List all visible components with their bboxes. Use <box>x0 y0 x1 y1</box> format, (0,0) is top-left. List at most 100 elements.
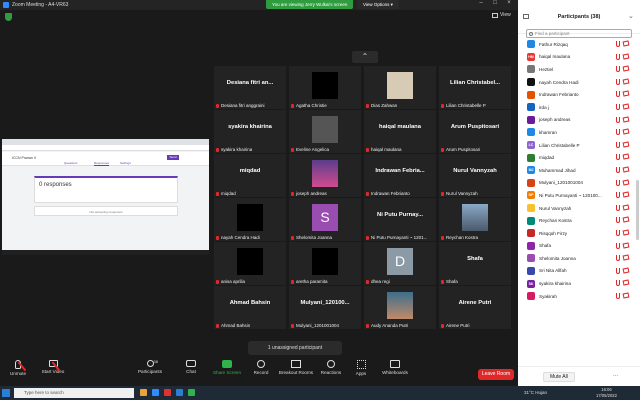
start-video-button[interactable]: Start Video <box>33 360 73 374</box>
participant-row[interactable]: Heztiel <box>518 63 640 76</box>
video-tile[interactable]: Arum Puspitosari Arum Puspitosari <box>439 110 511 153</box>
video-tile[interactable]: aretha paramita <box>289 242 361 285</box>
video-tile[interactable]: S Shelomita Joanna <box>289 198 361 241</box>
muted-mic-icon <box>291 235 294 240</box>
participant-row[interactable]: Fathur Rizqaq <box>518 38 640 51</box>
video-tile[interactable]: syakira khairina syakira khairina <box>214 110 286 153</box>
participants-button[interactable]: 38 Participants <box>130 359 170 374</box>
whiteboards-button[interactable]: Whiteboards <box>375 360 415 375</box>
participant-row[interactable]: miqdad <box>518 151 640 164</box>
windows-start-icon[interactable] <box>2 389 10 397</box>
participant-row[interactable]: Shafa <box>518 240 640 253</box>
tile-display-name: miqdad <box>239 168 261 174</box>
muted-mic-icon <box>216 103 219 108</box>
tile-label: Dias Zahwan <box>366 103 397 108</box>
participant-status <box>616 166 630 173</box>
video-tile[interactable]: Airene Putri Airene Putri <box>439 286 511 329</box>
leave-room-button[interactable]: Leave Room <box>478 369 514 380</box>
shared-screen[interactable]: ICCN Pranan II Send Questions Responses … <box>2 139 209 255</box>
file-explorer-icon[interactable] <box>140 389 147 396</box>
search-icon <box>529 32 533 36</box>
search-placeholder: Find a participant <box>535 31 570 36</box>
participant-row[interactable]: SK syakira khairina <box>518 277 640 290</box>
unassigned-participant-notice[interactable]: 1 unassigned participant <box>248 341 342 355</box>
participant-row[interactable]: MJ Muhammad Jihad <box>518 164 640 177</box>
video-tile[interactable]: anisa aprilia <box>214 242 286 285</box>
video-tile[interactable]: Dias Zahwan <box>364 66 436 109</box>
excel-icon[interactable] <box>188 389 195 396</box>
participant-list[interactable]: Fathur Rizqaq HM haiqal maulana Heztiel naya… <box>518 38 640 366</box>
muted-mic-icon <box>216 279 219 284</box>
not-accepting-card: Not accepting responses <box>34 206 178 216</box>
video-tile[interactable]: Audy Ananda Putri <box>364 286 436 329</box>
participant-row[interactable]: Risqqoh Firzy <box>518 227 640 240</box>
shared-taskbar <box>2 250 209 255</box>
minimize-icon[interactable]: – <box>476 0 486 6</box>
mic-muted-icon <box>616 78 620 85</box>
chrome-icon[interactable] <box>164 389 171 396</box>
tile-label-text: Indrawan Febrianto <box>371 191 410 196</box>
zoom-taskbar-icon[interactable] <box>152 389 159 396</box>
close-icon[interactable]: × <box>504 0 514 6</box>
muted-mic-icon <box>366 279 369 284</box>
participant-row[interactable]: Indrawan Febrianto <box>518 88 640 101</box>
view-options-button[interactable]: View Options ▾ <box>357 0 399 9</box>
participant-avatar <box>527 115 535 124</box>
maximize-icon[interactable]: □ <box>490 0 500 6</box>
video-tile[interactable]: miqdad miqdad <box>214 154 286 197</box>
video-tile[interactable]: Ddhea regi <box>364 242 436 285</box>
chat-button[interactable]: Chat <box>171 360 211 374</box>
tile-display-name: Lilian Christabel... <box>450 80 500 86</box>
video-tile[interactable]: Lilian Christabel... Lilian Christabelle … <box>439 66 511 109</box>
breakout-rooms-button[interactable]: Breakout Rooms <box>276 360 316 375</box>
video-tile[interactable]: joseph andreas <box>289 154 361 197</box>
participant-search-input[interactable]: Find a participant <box>526 29 632 38</box>
participant-row[interactable]: Sri Nita Allfah <box>518 265 640 278</box>
participant-row[interactable]: Reychan Kostra <box>518 214 640 227</box>
chat-icon <box>186 360 196 367</box>
video-tile[interactable]: Agatha Christie <box>289 66 361 109</box>
more-options-button[interactable]: ... <box>613 372 618 378</box>
participant-row[interactable]: khamran <box>518 126 640 139</box>
participant-video <box>312 116 338 143</box>
video-tile[interactable]: nayah Cendra Hadi <box>214 198 286 241</box>
participant-row[interactable]: LC Lilian Christabelle P <box>518 139 640 152</box>
participant-avatar <box>527 254 535 263</box>
video-tile[interactable]: Shafa Shafa <box>439 242 511 285</box>
record-button[interactable]: Record <box>241 360 281 375</box>
taskbar-clock[interactable]: 16:06 17/05/2022 <box>596 387 617 399</box>
video-tile[interactable]: Desiana fitri an... Desiana fitri anggrai… <box>214 66 286 109</box>
taskbar-search-input[interactable]: Type here to search <box>14 388 134 398</box>
participant-row[interactable]: Syakirah <box>518 290 640 303</box>
participant-row[interactable]: nayah Cendra Hadi <box>518 76 640 89</box>
participant-video <box>312 72 338 99</box>
view-button[interactable]: View <box>492 12 511 18</box>
video-tile[interactable]: Ni Putu Purnay... Ni Putu Purnayanti ~ 12… <box>364 198 436 241</box>
panel-collapse-icon[interactable]: ⌄ <box>628 12 634 20</box>
video-tile[interactable]: Mulyani_120100... Mulyani_1201001004 <box>289 286 361 329</box>
mute-all-button[interactable]: Mute All <box>543 372 575 382</box>
weather-widget[interactable]: 31°C Hujan <box>524 390 547 395</box>
participant-row[interactable]: Nurul Vannyzah <box>518 202 640 215</box>
participant-row[interactable]: Mulyani_1201001004 <box>518 177 640 190</box>
muted-mic-icon <box>291 323 294 328</box>
participant-row[interactable]: HM haiqal maulana <box>518 51 640 64</box>
participant-row[interactable]: NP Ni Putu Purnayanti ~ 120100... <box>518 189 640 202</box>
video-tile[interactable]: haiqal maulana haiqal maulana <box>364 110 436 153</box>
video-tile[interactable]: Eveline Angelica <box>289 110 361 153</box>
mic-muted-icon <box>616 53 620 60</box>
security-shield-icon[interactable] <box>5 13 12 21</box>
video-tile[interactable]: Nurul Vannyzah Nurul Vannyzah <box>439 154 511 197</box>
edge-icon[interactable] <box>176 389 183 396</box>
share-screen-icon <box>222 360 232 368</box>
video-tile[interactable]: Ahmad Bahsin Ahmad Bahsin <box>214 286 286 329</box>
participant-row[interactable]: joseph andreas <box>518 114 640 127</box>
video-tile[interactable]: Indrawan Febria... Indrawan Febrianto <box>364 154 436 197</box>
scroll-up-arrow[interactable]: ⌃ <box>352 51 378 63</box>
video-tile[interactable]: Reychan Kostra <box>439 198 511 241</box>
tile-display-name: Ahmad Bahsin <box>229 300 271 306</box>
tile-label-text: miqdad <box>221 191 236 196</box>
participant-row[interactable]: irda j <box>518 101 640 114</box>
participant-row[interactable]: Shelomita Joanna <box>518 252 640 265</box>
participant-list-scrollbar[interactable] <box>636 180 639 240</box>
